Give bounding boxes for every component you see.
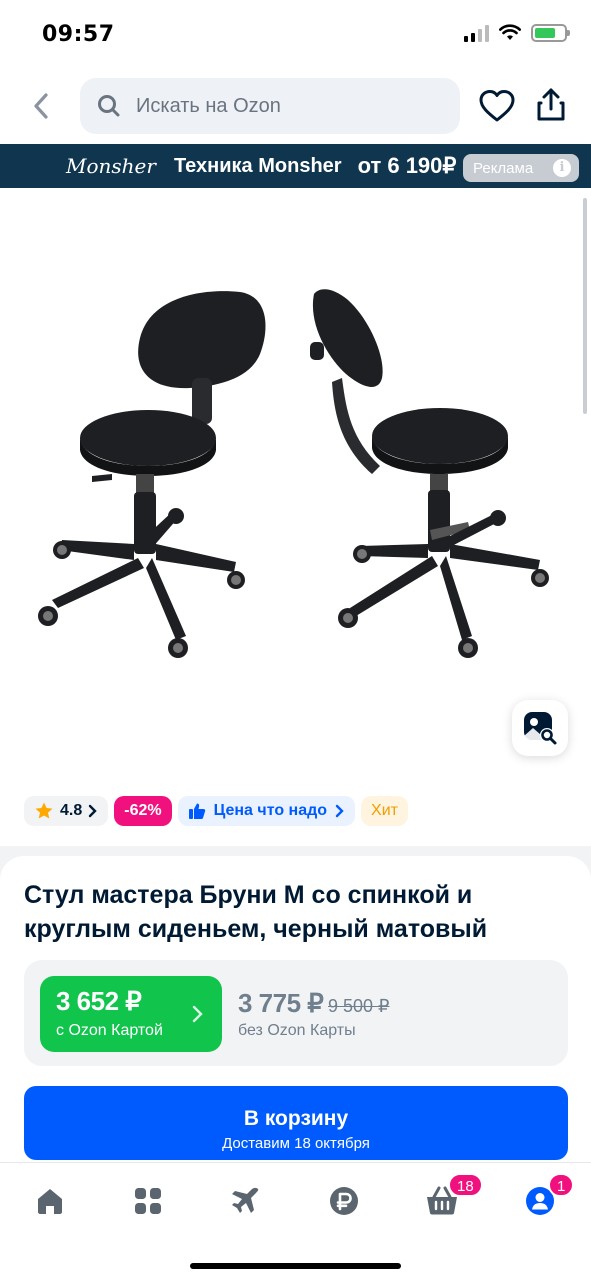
old-price: 9 500 ₽ xyxy=(328,996,390,1016)
thumbs-up-icon xyxy=(188,803,205,819)
back-button[interactable] xyxy=(26,90,58,122)
hit-badge: Хит xyxy=(361,796,408,826)
product-gallery[interactable]: 4.8 -62% Цена что надо Хит xyxy=(0,188,591,846)
chevron-right-icon xyxy=(335,804,344,818)
chevron-left-icon xyxy=(34,93,48,119)
chair-front-view xyxy=(38,291,266,658)
product-badges: 4.8 -62% Цена что надо Хит xyxy=(24,796,408,826)
heart-icon xyxy=(479,90,515,122)
ad-label-text: Реклама xyxy=(473,159,534,177)
grid-icon xyxy=(135,1188,161,1214)
info-icon: i xyxy=(553,159,571,177)
ad-price: от 6 190₽ xyxy=(357,153,457,178)
promo-badge[interactable]: Цена что надо xyxy=(177,796,356,826)
share-icon xyxy=(537,88,565,121)
status-icons xyxy=(464,24,570,42)
ozon-card-price-button[interactable]: 3 652 ₽ с Ozon Картой xyxy=(40,976,222,1052)
favorite-button[interactable] xyxy=(478,88,516,124)
airplane-icon xyxy=(232,1187,259,1213)
ad-label[interactable]: Реклама i xyxy=(463,154,579,182)
delivery-date: Доставим 18 октября xyxy=(222,1134,370,1152)
ad-brand-logo: Monsher xyxy=(66,154,156,178)
nav-finance[interactable] xyxy=(322,1181,366,1221)
rating-value: 4.8 xyxy=(60,802,83,819)
nav-catalog[interactable] xyxy=(126,1181,170,1221)
add-to-cart-label: В корзину xyxy=(243,1106,349,1130)
chair-side-view xyxy=(310,289,549,658)
ad-title: Техника Monsher xyxy=(173,154,342,177)
home-indicator xyxy=(190,1263,401,1269)
search-bar[interactable] xyxy=(80,78,460,134)
rating-badge[interactable]: 4.8 xyxy=(24,796,109,826)
wifi-icon xyxy=(499,24,521,40)
product-title: Стул мастера Бруни М со спинкой и круглы… xyxy=(24,881,488,943)
profile-count-badge: 1 xyxy=(548,1173,575,1197)
image-search-icon xyxy=(524,712,557,745)
ad-banner[interactable]: Monsher Техника Monsher от 6 190₽ Реклам… xyxy=(0,144,591,188)
top-header xyxy=(0,76,591,136)
bottom-navigation: 18 1 xyxy=(0,1162,591,1280)
status-bar: 09:57 xyxy=(0,0,591,70)
nav-profile[interactable]: 1 xyxy=(518,1173,575,1221)
regular-price-label: без Ozon Карты xyxy=(238,1022,356,1039)
product-info-card: Стул мастера Бруни М со спинкой и круглы… xyxy=(0,856,591,1166)
search-icon xyxy=(98,95,120,117)
nav-home[interactable] xyxy=(28,1181,72,1221)
chevron-right-icon xyxy=(89,804,97,818)
discount-value: -62% xyxy=(124,802,162,819)
add-to-cart-button[interactable]: В корзину Доставим 18 октября xyxy=(24,1086,568,1160)
nav-cart[interactable]: 18 xyxy=(420,1173,483,1221)
nav-travel[interactable] xyxy=(224,1181,268,1221)
visual-search-button[interactable] xyxy=(512,700,568,756)
price-box: 3 652 ₽ с Ozon Картой 3 775 ₽ 9 500 ₽ бе… xyxy=(24,960,568,1066)
cart-count-badge: 18 xyxy=(448,1173,483,1197)
regular-price: 3 775 ₽ xyxy=(238,988,324,1018)
chevron-right-icon xyxy=(192,1005,203,1023)
search-input[interactable] xyxy=(136,94,436,118)
ozon-card-label: с Ozon Картой xyxy=(56,1022,163,1039)
cellular-signal-icon xyxy=(464,24,489,42)
hit-label: Хит xyxy=(371,802,398,819)
home-icon xyxy=(38,1189,62,1214)
status-time: 09:57 xyxy=(42,22,115,47)
battery-icon xyxy=(531,24,570,42)
discount-badge: -62% xyxy=(114,796,172,826)
ozon-card-price: 3 652 ₽ xyxy=(56,986,142,1016)
promo-label: Цена что надо xyxy=(213,802,328,819)
ruble-icon xyxy=(330,1187,358,1215)
product-image[interactable] xyxy=(0,278,591,678)
share-button[interactable] xyxy=(532,86,570,124)
star-icon xyxy=(35,802,53,819)
